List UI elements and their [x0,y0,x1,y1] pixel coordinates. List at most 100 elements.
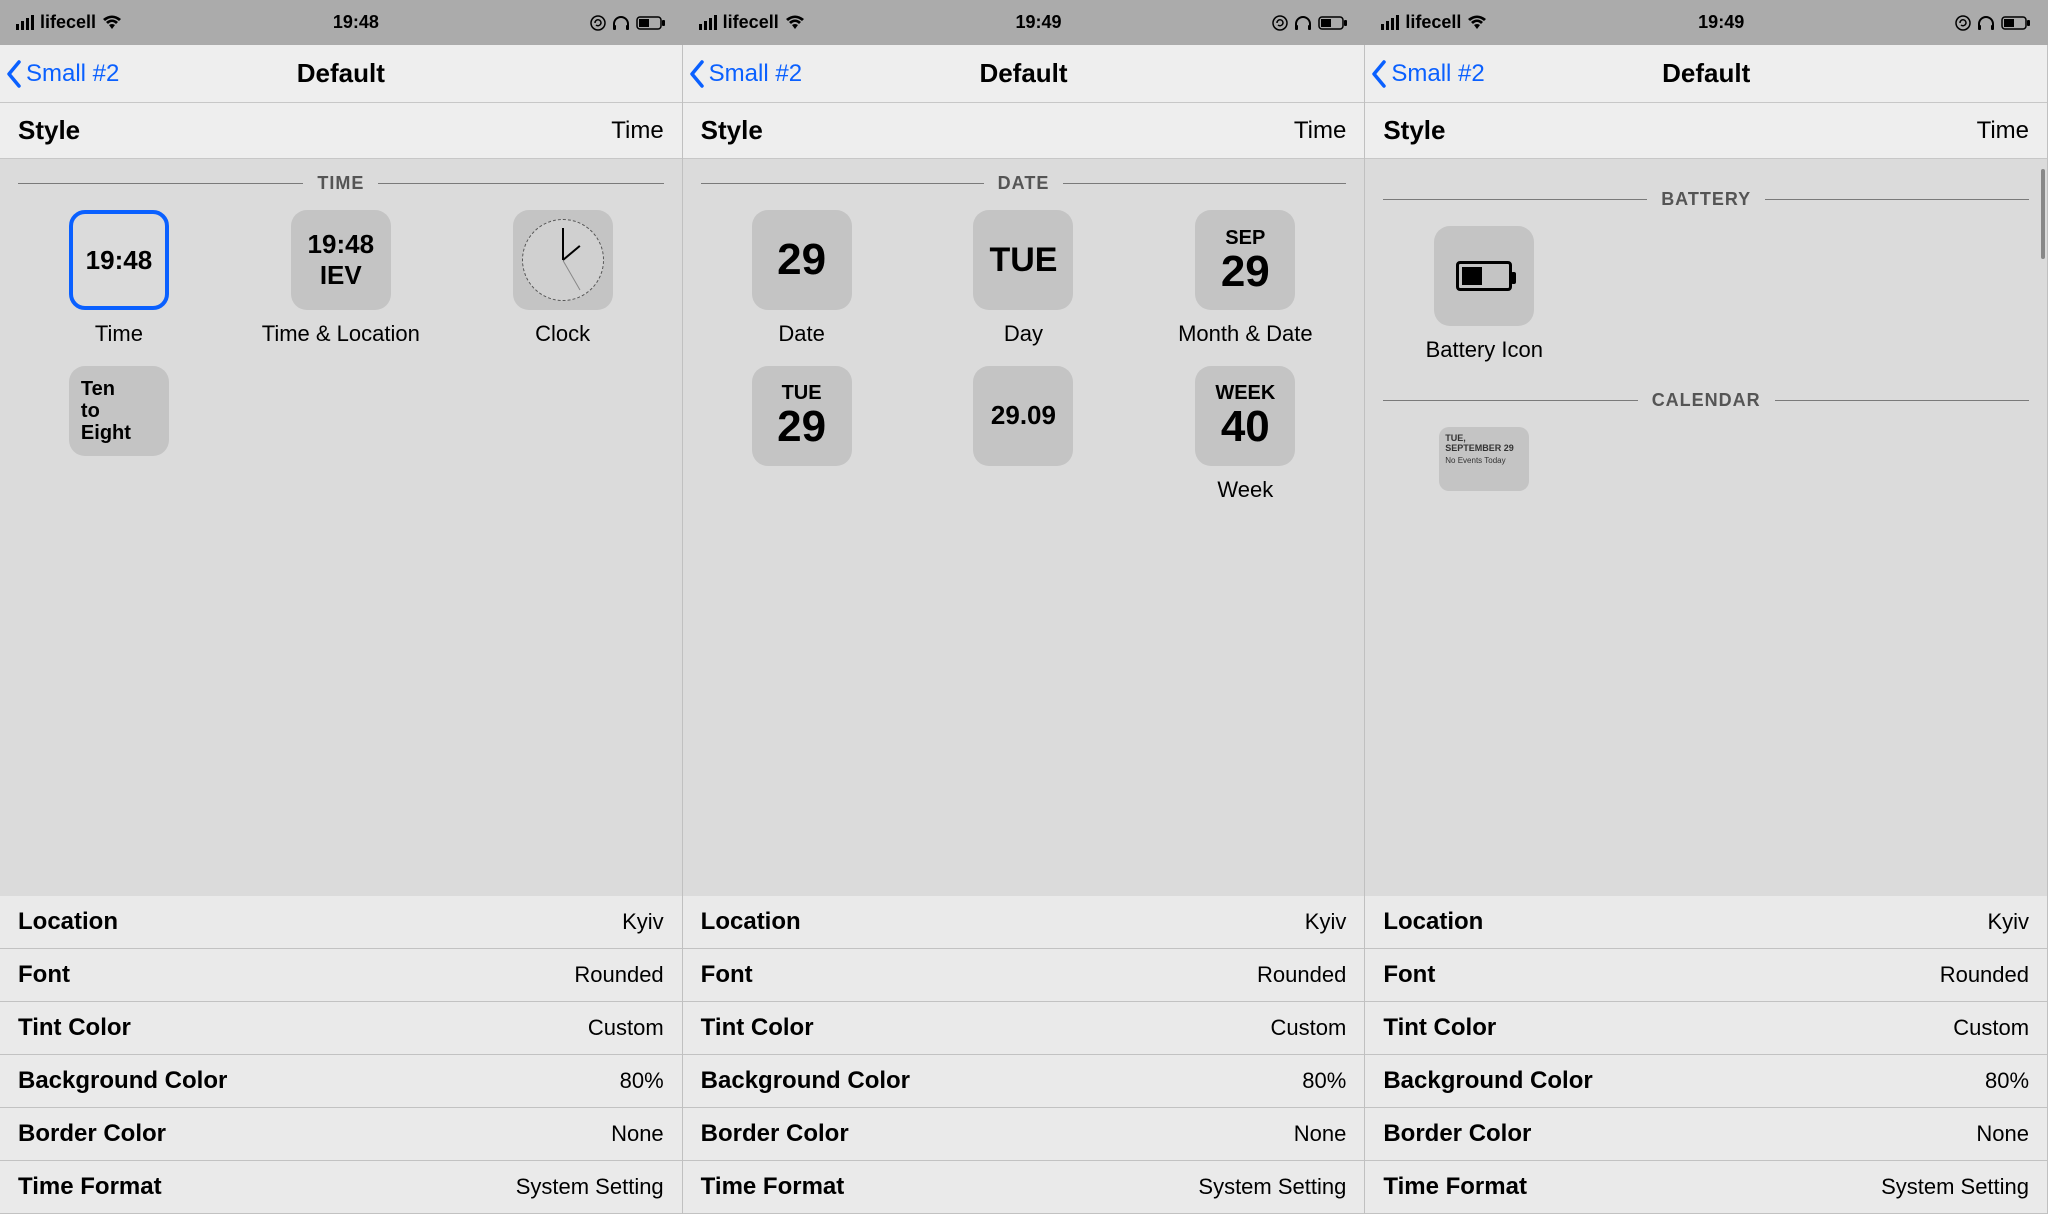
back-button[interactable]: Small #2 [683,60,802,88]
style-option-battery-icon[interactable]: Battery Icon [1373,220,1595,376]
wifi-icon [785,15,805,31]
headphones-icon [612,15,630,31]
setting-time-format[interactable]: Time FormatSystem Setting [0,1160,682,1214]
section-header-battery: BATTERY [1383,189,2029,210]
setting-border-color[interactable]: Border ColorNone [1365,1107,2047,1161]
tile-day: TUE [973,210,1073,310]
section-header-calendar: CALENDAR [1383,390,2029,411]
carrier-label: lifecell [723,12,779,33]
setting-font[interactable]: FontRounded [1365,948,2047,1002]
headphones-icon [1294,15,1312,31]
tile-week: WEEK 40 [1195,366,1295,466]
status-left: lifecell [699,12,805,33]
status-left: lifecell [1381,12,1487,33]
status-time: 19:49 [1698,12,1744,33]
carrier-label: lifecell [1405,12,1461,33]
signal-icon [1381,15,1399,30]
setting-location[interactable]: LocationKyiv [683,895,1365,949]
chevron-left-icon [689,60,707,88]
style-scroll[interactable]: DATE 29 Date TUE Day SEP 29 Month & Date… [683,159,1365,896]
style-scroll[interactable]: BATTERY Battery Icon CALENDAR TUE, SEPTE… [1365,159,2047,896]
signal-icon [16,15,34,30]
back-label: Small #2 [1391,60,1484,88]
setting-font[interactable]: FontRounded [0,948,682,1002]
status-bar: lifecell 19:48 [0,0,682,45]
wifi-icon [102,15,122,31]
page-title: Default [297,58,385,89]
style-grid: 19:48 Time 19:48 IEV Time & Location Clo… [0,204,682,468]
orientation-lock-icon [1955,15,1971,31]
style-value: Time [1977,117,2029,145]
settings-list: LocationKyiv FontRounded Tint ColorCusto… [683,896,1365,1214]
battery-icon [2001,16,2031,30]
status-time: 19:49 [1016,12,1062,33]
style-option-mmdd[interactable]: 29.09 [913,360,1135,516]
setting-background-color[interactable]: Background Color80% [0,1054,682,1108]
wifi-icon [1467,15,1487,31]
panel-2: lifecell 19:49 Small #2 Default Style Ti… [683,45,1366,1214]
setting-border-color[interactable]: Border ColorNone [683,1107,1365,1161]
style-option-clock[interactable]: Clock [452,204,674,360]
setting-time-format[interactable]: Time FormatSystem Setting [1365,1160,2047,1214]
panel-1: lifecell 19:48 Small #2 Default Style Ti… [0,45,683,1214]
status-time: 19:48 [333,12,379,33]
style-option-day-date[interactable]: TUE 29 [691,360,913,516]
nav-bar: Small #2 Default [683,45,1365,103]
setting-tint-color[interactable]: Tint ColorCustom [1365,1001,2047,1055]
style-row[interactable]: Style Time [0,103,682,159]
back-button[interactable]: Small #2 [1365,60,1484,88]
tile-time: 19:48 [69,210,169,310]
tile-date: 29 [752,210,852,310]
style-label: Style [1383,115,1445,146]
setting-border-color[interactable]: Border ColorNone [0,1107,682,1161]
style-option-date[interactable]: 29 Date [691,204,913,360]
style-grid: 29 Date TUE Day SEP 29 Month & Date TUE … [683,204,1365,515]
back-button[interactable]: Small #2 [0,60,119,88]
setting-tint-color[interactable]: Tint ColorCustom [0,1001,682,1055]
section-header-time: TIME [18,173,664,194]
nav-bar: Small #2 Default [1365,45,2047,103]
setting-background-color[interactable]: Background Color80% [683,1054,1365,1108]
tile-fuzzy: Ten to Eight [69,366,169,456]
style-scroll[interactable]: TIME 19:48 Time 19:48 IEV Time & Locatio… [0,159,682,896]
orientation-lock-icon [1272,15,1288,31]
battery-level-icon [1456,261,1512,291]
status-bar: lifecell 19:49 [683,0,1365,45]
style-option-month-date[interactable]: SEP 29 Month & Date [1134,204,1356,360]
chevron-left-icon [1371,60,1389,88]
settings-list: LocationKyiv FontRounded Tint ColorCusto… [0,896,682,1214]
style-option-fuzzy-time[interactable]: Ten to Eight [8,360,230,468]
setting-tint-color[interactable]: Tint ColorCustom [683,1001,1365,1055]
setting-location[interactable]: LocationKyiv [0,895,682,949]
status-right [1272,15,1348,31]
style-label: Style [18,115,80,146]
style-option-day[interactable]: TUE Day [913,204,1135,360]
setting-location[interactable]: LocationKyiv [1365,895,2047,949]
tile-clock [513,210,613,310]
setting-font[interactable]: FontRounded [683,948,1365,1002]
tile-battery [1434,226,1534,326]
style-row[interactable]: Style Time [683,103,1365,159]
style-option-time[interactable]: 19:48 Time [8,204,230,360]
style-option-time-location[interactable]: 19:48 IEV Time & Location [230,204,452,360]
style-grid-calendar: TUE, SEPTEMBER 29 No Events Today [1365,421,2047,503]
clock-face-icon [522,219,604,301]
chevron-left-icon [6,60,24,88]
setting-background-color[interactable]: Background Color80% [1365,1054,2047,1108]
style-value: Time [1294,117,1346,145]
style-grid-battery: Battery Icon [1365,220,2047,376]
headphones-icon [1977,15,1995,31]
style-option-calendar[interactable]: TUE, SEPTEMBER 29 No Events Today [1373,421,1595,503]
status-left: lifecell [16,12,122,33]
tile-day-date: TUE 29 [752,366,852,466]
battery-icon [636,16,666,30]
nav-bar: Small #2 Default [0,45,682,103]
style-row[interactable]: Style Time [1365,103,2047,159]
page-title: Default [1662,58,1750,89]
setting-time-format[interactable]: Time FormatSystem Setting [683,1160,1365,1214]
tile-month-date: SEP 29 [1195,210,1295,310]
panel-3: lifecell 19:49 Small #2 Default Style Ti… [1365,45,2048,1214]
scroll-indicator [2041,169,2045,259]
settings-list: LocationKyiv FontRounded Tint ColorCusto… [1365,896,2047,1214]
style-option-week[interactable]: WEEK 40 Week [1134,360,1356,516]
